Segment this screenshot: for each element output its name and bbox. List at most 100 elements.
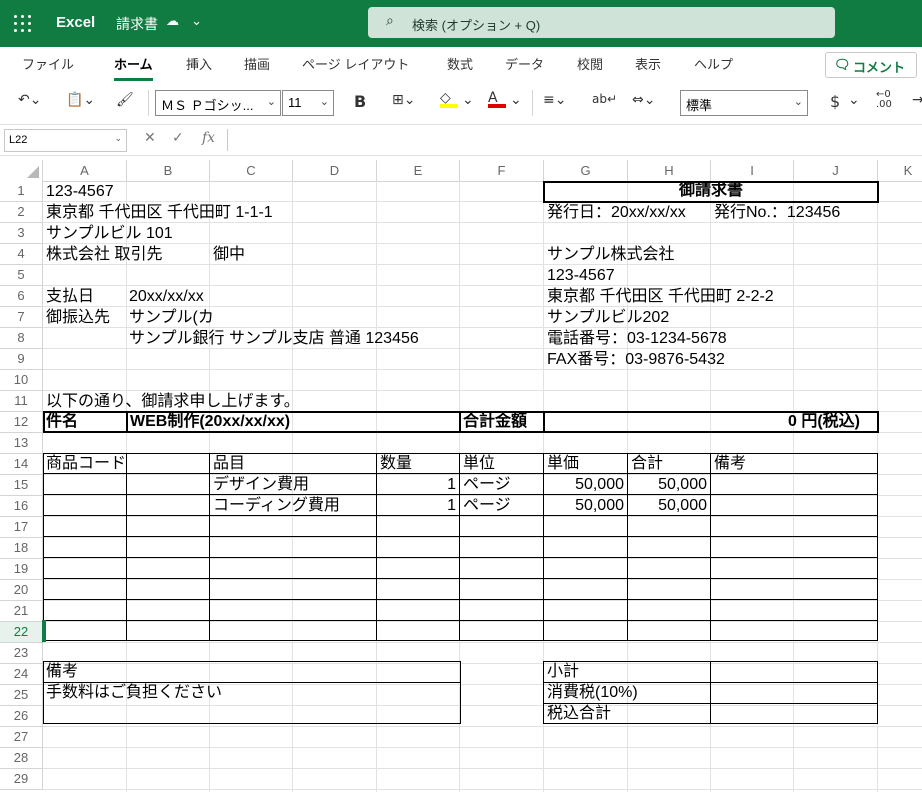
row-header-7[interactable]: 7 bbox=[0, 307, 43, 328]
row-header-23[interactable]: 23 bbox=[0, 643, 43, 664]
cell-I2[interactable]: 発行No.：123456 bbox=[714, 202, 840, 223]
row-header-29[interactable]: 29 bbox=[0, 769, 43, 790]
cell-G7[interactable]: サンプルビル202 bbox=[547, 307, 669, 328]
cell-G24[interactable]: 小計 bbox=[547, 661, 579, 682]
column-header-I[interactable]: I bbox=[711, 160, 794, 182]
row-header-14[interactable]: 14 bbox=[0, 454, 43, 475]
cell-A25[interactable]: 手数料はご負担ください bbox=[46, 682, 222, 703]
select-all-corner[interactable] bbox=[0, 160, 43, 182]
bold-button[interactable]: B bbox=[354, 92, 366, 111]
column-header-F[interactable]: F bbox=[460, 160, 544, 182]
header-unit[interactable]: 単位 bbox=[463, 453, 495, 474]
chevron-down-icon[interactable]: ⌄ bbox=[848, 92, 860, 108]
row-header-25[interactable]: 25 bbox=[0, 685, 43, 706]
row-header-12[interactable]: 12 bbox=[0, 412, 43, 433]
tab-review[interactable]: 校閲 bbox=[577, 54, 603, 73]
format-painter-icon[interactable]: 🖌 bbox=[116, 92, 134, 108]
header-code[interactable]: 商品コード bbox=[46, 453, 126, 474]
row-header-28[interactable]: 28 bbox=[0, 748, 43, 769]
header-total[interactable]: 合計 bbox=[631, 453, 663, 474]
row-header-1[interactable]: 1 bbox=[0, 181, 43, 202]
wrap-text-icon[interactable]: ab↵ bbox=[592, 92, 617, 106]
row-header-16[interactable]: 16 bbox=[0, 496, 43, 517]
tab-file[interactable]: ファイル bbox=[22, 54, 74, 73]
item-unit[interactable]: ページ bbox=[463, 495, 511, 516]
enter-icon[interactable]: ✓ bbox=[172, 130, 184, 146]
item-total[interactable]: 50,000 bbox=[628, 495, 707, 516]
item-total[interactable]: 50,000 bbox=[628, 474, 707, 495]
row-header-18[interactable]: 18 bbox=[0, 538, 43, 559]
cell-G5[interactable]: 123-4567 bbox=[547, 265, 615, 286]
row-header-3[interactable]: 3 bbox=[0, 223, 43, 244]
tab-formulas[interactable]: 数式 bbox=[447, 54, 473, 73]
header-price[interactable]: 単価 bbox=[547, 453, 579, 474]
row-header-6[interactable]: 6 bbox=[0, 286, 43, 307]
header-item[interactable]: 品目 bbox=[213, 453, 245, 474]
row-header-24[interactable]: 24 bbox=[0, 664, 43, 685]
increase-decimal-icon[interactable]: ←0.00 bbox=[876, 90, 892, 110]
column-header-J[interactable]: J bbox=[794, 160, 878, 182]
cell-G26[interactable]: 税込合計 bbox=[547, 703, 611, 724]
cell-A7[interactable]: 御振込先 bbox=[46, 307, 110, 328]
number-format-select[interactable]: 標準 ⌄ bbox=[680, 90, 808, 116]
row-header-27[interactable]: 27 bbox=[0, 727, 43, 748]
cell-A4[interactable]: 株式会社 取引先 bbox=[46, 244, 162, 265]
column-header-C[interactable]: C bbox=[210, 160, 293, 182]
undo-icon[interactable]: ↶⌄ bbox=[18, 92, 41, 108]
row-header-21[interactable]: 21 bbox=[0, 601, 43, 622]
tab-draw[interactable]: 描画 bbox=[244, 54, 270, 73]
cell-A24[interactable]: 備考 bbox=[46, 661, 78, 682]
row-header-26[interactable]: 26 bbox=[0, 706, 43, 727]
column-header-K[interactable]: K bbox=[878, 160, 922, 182]
item-name[interactable]: コーディング費用 bbox=[213, 495, 340, 516]
tab-insert[interactable]: 挿入 bbox=[186, 54, 212, 73]
row-header-8[interactable]: 8 bbox=[0, 328, 43, 349]
cell-A1[interactable]: 123-4567 bbox=[46, 181, 114, 202]
item-qty[interactable]: 1 bbox=[377, 474, 456, 495]
cell-C4[interactable]: 御中 bbox=[213, 244, 245, 265]
formula-input[interactable] bbox=[227, 129, 922, 151]
row-header-9[interactable]: 9 bbox=[0, 349, 43, 370]
row-header-15[interactable]: 15 bbox=[0, 475, 43, 496]
header-remarks[interactable]: 備考 bbox=[714, 453, 746, 474]
decrease-decimal-icon[interactable]: → bbox=[912, 92, 922, 108]
cancel-icon[interactable]: ✕ bbox=[144, 130, 156, 146]
cell-G25[interactable]: 消費税(10%) bbox=[547, 682, 638, 703]
column-header-G[interactable]: G bbox=[544, 160, 628, 182]
cell-A11[interactable]: 以下の通り、御請求申し上げます。 bbox=[46, 391, 300, 412]
cell-G4[interactable]: サンプル株式会社 bbox=[547, 244, 675, 265]
row-header-13[interactable]: 13 bbox=[0, 433, 43, 454]
cell-F12[interactable]: 合計金額 bbox=[463, 411, 527, 432]
column-header-A[interactable]: A bbox=[43, 160, 127, 182]
item-name[interactable]: デザイン費用 bbox=[213, 474, 309, 495]
cell-B6[interactable]: 20xx/xx/xx bbox=[129, 286, 204, 307]
borders-icon[interactable]: ⊞⌄ bbox=[392, 92, 415, 108]
row-header-19[interactable]: 19 bbox=[0, 559, 43, 580]
tab-data[interactable]: データ bbox=[505, 54, 544, 73]
doc-status-icons[interactable]: ☁ ⌄ bbox=[166, 14, 202, 29]
paste-icon[interactable]: 📋⌄ bbox=[66, 92, 95, 108]
column-header-D[interactable]: D bbox=[293, 160, 377, 182]
cell-B8[interactable]: サンプル銀行 サンプル支店 普通 123456 bbox=[129, 328, 419, 349]
search-box[interactable]: ⌕ 検索 (オプション + Q) bbox=[368, 7, 835, 38]
cell-G8[interactable]: 電話番号：03-1234-5678 bbox=[547, 328, 727, 349]
item-qty[interactable]: 1 bbox=[377, 495, 456, 516]
chevron-down-icon[interactable]: ⌄ bbox=[462, 92, 474, 108]
merge-icon[interactable]: ⇔⌄ bbox=[632, 92, 655, 108]
tab-view[interactable]: 表示 bbox=[635, 54, 661, 73]
header-qty[interactable]: 数量 bbox=[380, 453, 412, 474]
fill-color-icon[interactable]: ◇ bbox=[440, 90, 458, 108]
worksheet-grid[interactable]: A B C D E F G H I J K 1 2 3 4 5 6 7 8 9 10 11 12 13 1… bbox=[0, 160, 922, 792]
cell-B7[interactable]: サンプル(カ bbox=[129, 307, 214, 328]
insert-function-icon[interactable]: fx bbox=[202, 130, 215, 146]
row-header-11[interactable]: 11 bbox=[0, 391, 43, 412]
font-color-icon[interactable]: A bbox=[488, 90, 506, 108]
row-header-5[interactable]: 5 bbox=[0, 265, 43, 286]
cell-G1-invoice-title[interactable]: 御請求書 bbox=[545, 180, 877, 201]
row-header-10[interactable]: 10 bbox=[0, 370, 43, 391]
row-header-22[interactable]: 22 bbox=[0, 622, 44, 643]
item-price[interactable]: 50,000 bbox=[544, 495, 624, 516]
column-header-H[interactable]: H bbox=[628, 160, 711, 182]
item-price[interactable]: 50,000 bbox=[544, 474, 624, 495]
align-icon[interactable]: ≡⌄ bbox=[543, 92, 566, 108]
